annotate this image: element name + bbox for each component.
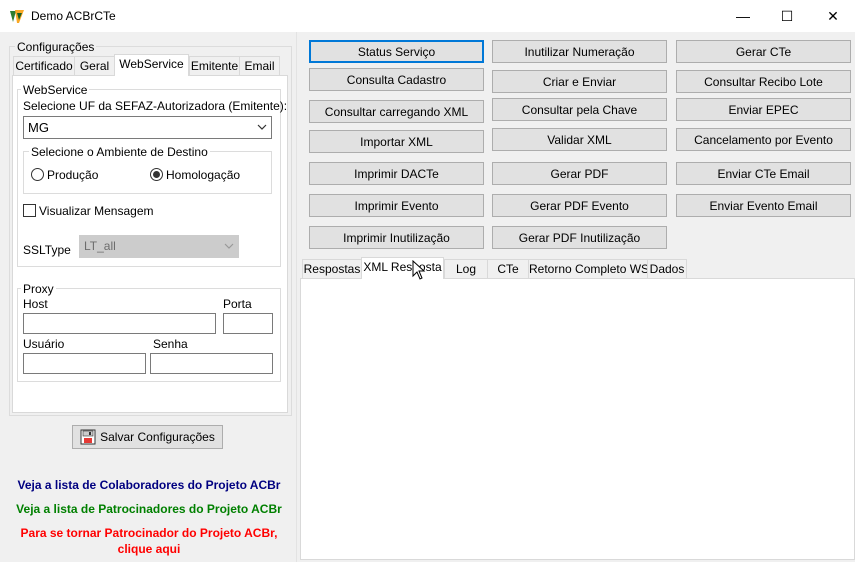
consultar-chave-button[interactable]: Consultar pela Chave — [492, 98, 667, 121]
proxy-group-label: Proxy — [21, 282, 56, 296]
gerar-pdf-inutilizacao-button[interactable]: Gerar PDF Inutilização — [492, 226, 667, 249]
tornar-patrocinador-link[interactable]: Para se tornar Patrocinador do Projeto A… — [4, 526, 294, 540]
importar-xml-button[interactable]: Importar XML — [309, 130, 484, 153]
consulta-cadastro-button[interactable]: Consulta Cadastro — [309, 68, 484, 91]
tab-email[interactable]: Email — [239, 56, 280, 76]
host-input[interactable] — [23, 313, 216, 334]
uf-label: Selecione UF da SEFAZ-Autorizadora (Emit… — [23, 99, 288, 113]
window-title: Demo ACBrCTe — [31, 9, 116, 23]
uf-select[interactable]: MG — [23, 116, 272, 139]
tab-certificado[interactable]: Certificado — [13, 56, 75, 76]
ambiente-group-label: Selecione o Ambiente de Destino — [29, 145, 210, 159]
gerar-pdf-evento-button[interactable]: Gerar PDF Evento — [492, 194, 667, 217]
patrocinadores-link[interactable]: Veja a lista de Patrocinadores do Projet… — [4, 502, 294, 516]
chevron-down-icon — [257, 117, 267, 146]
enviar-cte-email-button[interactable]: Enviar CTe Email — [676, 162, 851, 185]
status-servico-button[interactable]: Status Serviço — [309, 40, 484, 63]
chevron-down-icon — [224, 236, 234, 265]
tab-webservice[interactable]: WebService — [114, 54, 189, 76]
producao-radio[interactable] — [31, 168, 44, 181]
homologacao-radio[interactable] — [150, 168, 163, 181]
config-group-label: Configurações — [15, 40, 97, 54]
tab-retorno-completo-ws[interactable]: Retorno Completo WS — [528, 259, 649, 279]
ssltype-select-value: LT_all — [84, 239, 116, 253]
imprimir-dacte-button[interactable]: Imprimir DACTe — [309, 162, 484, 185]
enviar-evento-email-button[interactable]: Enviar Evento Email — [676, 194, 851, 217]
gerar-pdf-button[interactable]: Gerar PDF — [492, 162, 667, 185]
tab-emitente[interactable]: Emitente — [189, 56, 240, 76]
host-label: Host — [23, 297, 48, 311]
colaboradores-link[interactable]: Veja a lista de Colaboradores do Projeto… — [4, 478, 294, 492]
usuario-input[interactable] — [23, 353, 146, 374]
uf-select-value: MG — [28, 120, 49, 135]
producao-label[interactable]: Produção — [47, 168, 98, 182]
visualizar-mensagem-label[interactable]: Visualizar Mensagem — [39, 204, 154, 218]
criar-enviar-button[interactable]: Criar e Enviar — [492, 70, 667, 93]
minimize-button[interactable]: — — [720, 0, 766, 32]
tab-log[interactable]: Log — [444, 259, 488, 279]
tab-cte[interactable]: CTe — [487, 259, 529, 279]
clique-aqui-link[interactable]: clique aqui — [4, 542, 294, 556]
enviar-epec-button[interactable]: Enviar EPEC — [676, 98, 851, 121]
title-bar: Demo ACBrCTe — ☐ ✕ — [0, 0, 855, 32]
imprimir-inutilizacao-button[interactable]: Imprimir Inutilização — [309, 226, 484, 249]
usuario-label: Usuário — [23, 337, 65, 351]
client-area: Configurações Certificado Geral WebServi… — [0, 32, 855, 562]
senha-label: Senha — [153, 337, 188, 351]
gerar-cte-button[interactable]: Gerar CTe — [676, 40, 851, 63]
webservice-group-label: WebService — [21, 83, 90, 97]
imprimir-evento-button[interactable]: Imprimir Evento — [309, 194, 484, 217]
consultar-carregando-xml-button[interactable]: Consultar carregando XML — [309, 100, 484, 123]
xml-resposta-panel[interactable] — [300, 278, 855, 560]
tab-respostas[interactable]: Respostas — [302, 259, 362, 279]
acbr-logo-icon — [9, 8, 25, 24]
save-icon — [80, 429, 96, 445]
senha-input[interactable] — [150, 353, 273, 374]
ssltype-select[interactable]: LT_all — [79, 235, 239, 258]
validar-xml-button[interactable]: Validar XML — [492, 128, 667, 151]
consultar-recibo-lote-button[interactable]: Consultar Recibo Lote — [676, 70, 851, 93]
cancelamento-evento-button[interactable]: Cancelamento por Evento — [676, 128, 851, 151]
panel-splitter[interactable] — [296, 32, 299, 562]
inutilizar-numeracao-button[interactable]: Inutilizar Numeração — [492, 40, 667, 63]
porta-label: Porta — [223, 297, 252, 311]
close-button[interactable]: ✕ — [810, 0, 855, 32]
tab-xml-resposta[interactable]: XML Resposta — [361, 257, 444, 279]
save-config-label: Salvar Configurações — [100, 430, 215, 444]
porta-input[interactable] — [223, 313, 273, 334]
mouse-cursor-icon — [412, 259, 426, 283]
homologacao-label[interactable]: Homologação — [166, 168, 240, 182]
ssltype-label: SSLType — [23, 243, 71, 257]
save-config-button[interactable]: Salvar Configurações — [72, 425, 223, 449]
tab-dados[interactable]: Dados — [647, 259, 687, 279]
tab-geral[interactable]: Geral — [74, 56, 115, 76]
maximize-button[interactable]: ☐ — [764, 0, 810, 32]
visualizar-mensagem-checkbox[interactable] — [23, 204, 36, 217]
